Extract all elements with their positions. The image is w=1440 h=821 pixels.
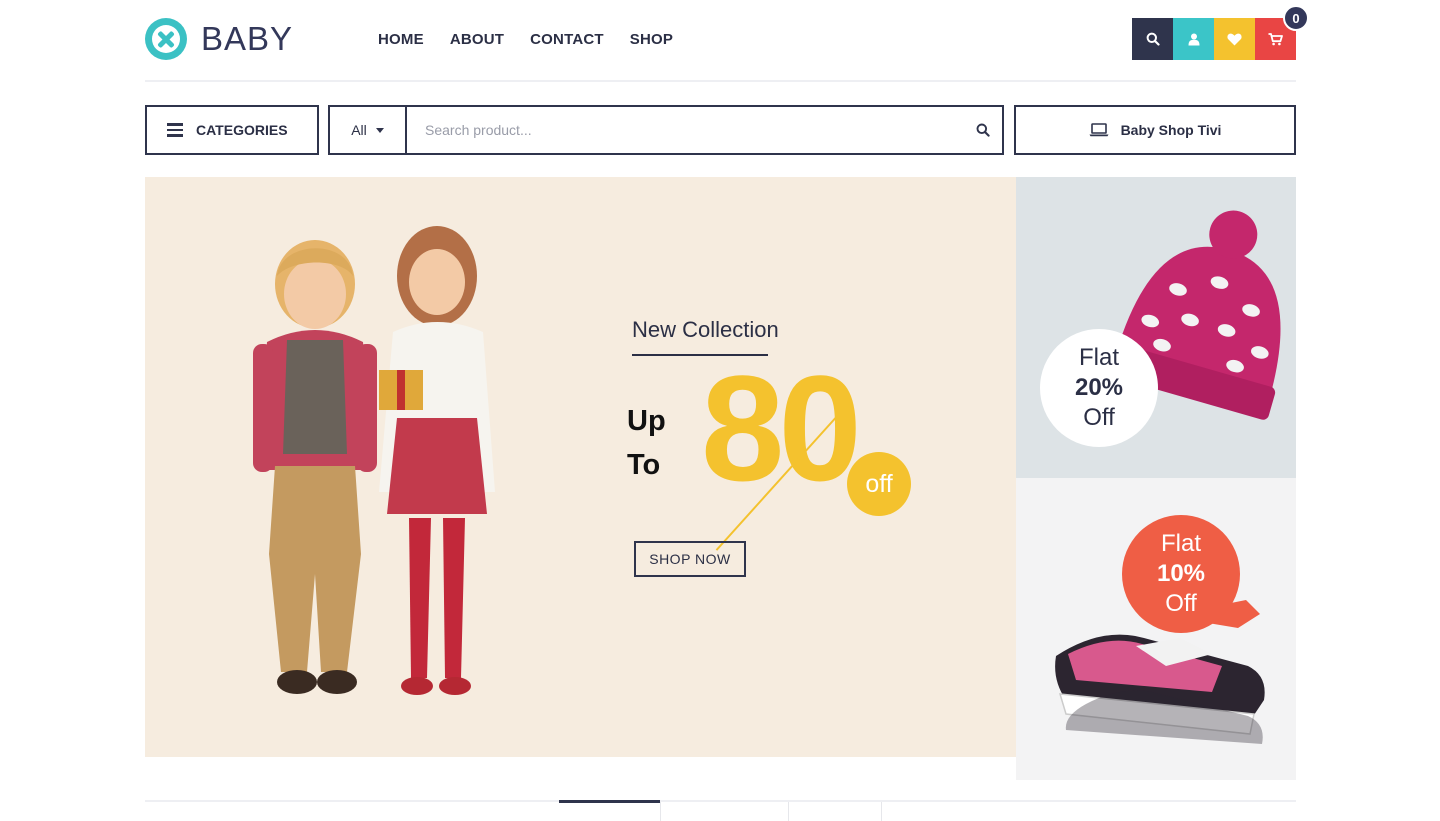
- promo-badge: Flat 10% Off: [1122, 515, 1240, 633]
- search-icon: [1146, 32, 1160, 46]
- product-tabs: [145, 800, 1296, 821]
- brand-logo[interactable]: BABY: [145, 18, 293, 60]
- shop-now-button[interactable]: SHOP NOW: [634, 541, 746, 577]
- cart-count-badge: 0: [1283, 5, 1309, 31]
- logo-icon: [145, 18, 187, 60]
- hero-eyebrow: New Collection: [632, 317, 779, 342]
- hero-off-badge: off: [847, 452, 911, 516]
- promo-beanie[interactable]: Flat 20% Off: [1016, 177, 1296, 478]
- nav-home[interactable]: HOME: [378, 31, 424, 48]
- promo-badge-percent: 10%: [1156, 560, 1206, 587]
- tv-link-label: Baby Shop Tivi: [1120, 122, 1222, 138]
- beanie-image: [1107, 210, 1281, 420]
- brand-name: BABY: [201, 20, 294, 57]
- category-select-value: All: [351, 122, 367, 138]
- promo-sneakers[interactable]: Flat 10% Off: [1016, 478, 1296, 780]
- laptop-icon: [1089, 123, 1109, 137]
- active-tab-indicator: [559, 800, 660, 803]
- caret-down-icon: [375, 127, 384, 133]
- nav-shop[interactable]: SHOP: [630, 31, 673, 48]
- search-submit-button[interactable]: [964, 107, 1002, 153]
- promo-badge-off: Off: [1083, 404, 1115, 431]
- search-input[interactable]: [407, 107, 964, 153]
- header-actions: 0: [1132, 5, 1309, 60]
- tab-divider: [788, 802, 789, 821]
- account-button[interactable]: [1173, 18, 1214, 60]
- hero-to: To: [627, 449, 661, 481]
- menu-icon: [167, 123, 183, 137]
- promo-badge: Flat 20% Off: [1040, 329, 1158, 447]
- site-header: BABY HOME ABOUT CONTACT SHOP 0: [145, 0, 1309, 82]
- search-bar: All: [328, 105, 1004, 155]
- hero-up: Up: [627, 405, 666, 437]
- nav-about[interactable]: ABOUT: [450, 31, 504, 48]
- promo-badge-flat: Flat: [1160, 530, 1201, 557]
- user-icon: [1188, 33, 1199, 45]
- hero-banner: New Collection Up To 80 off SHOP NOW: [145, 177, 1016, 757]
- main-nav: HOME ABOUT CONTACT SHOP: [378, 31, 673, 48]
- heart-icon: [1227, 33, 1242, 45]
- header-search-button[interactable]: [1132, 18, 1173, 60]
- promo-badge-percent: 20%: [1074, 374, 1124, 401]
- categories-label: CATEGORIES: [196, 122, 288, 138]
- tab-divider: [881, 802, 882, 821]
- search-icon: [976, 123, 990, 137]
- category-select[interactable]: All: [330, 107, 407, 153]
- children-photo: [253, 226, 495, 695]
- wishlist-button[interactable]: [1214, 18, 1255, 60]
- tab-divider: [660, 802, 661, 821]
- categories-button[interactable]: CATEGORIES: [145, 105, 319, 155]
- promo-badge-off: Off: [1165, 590, 1197, 617]
- cart-icon: [1268, 32, 1283, 45]
- hero-upto: Up To: [627, 399, 666, 487]
- nav-contact[interactable]: CONTACT: [530, 31, 604, 48]
- cart-button[interactable]: 0: [1255, 5, 1309, 60]
- tv-link[interactable]: Baby Shop Tivi: [1014, 105, 1296, 155]
- promo-badge-flat: Flat: [1078, 344, 1119, 371]
